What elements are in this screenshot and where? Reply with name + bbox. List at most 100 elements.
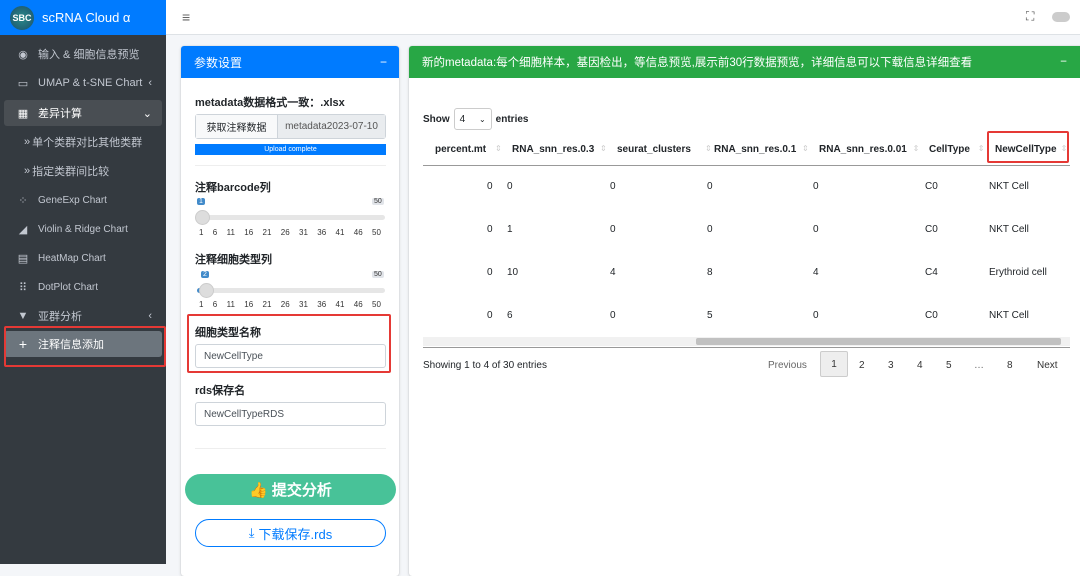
celltype-slider-handle[interactable] [199,283,214,298]
chevron-down-icon: ⌄ [142,107,152,120]
rds-name-input[interactable]: NewCellTypeRDS [195,402,386,426]
app-title: scRNA Cloud α [42,10,131,25]
divider [195,165,386,166]
sidebar-item-one-vs-rest[interactable]: » 单个类群对比其他类群 [4,129,162,155]
column-header[interactable]: seurat_clusters [617,144,691,155]
column-header[interactable]: RNA_snn_res.0.3 [512,144,594,155]
sidebar-item-dotplot[interactable]: ⠿ DotPlot Chart [4,274,162,300]
sidebar-item-label: 差异计算 [38,108,82,120]
entries-select[interactable]: 4 ⌄ [453,108,492,130]
grid-icon: ⠿ [18,281,28,294]
sidebar-item-label: 单个类群对比其他类群 [32,137,143,149]
sidebar-item-geneexp[interactable]: ⁘ GeneExp Chart [4,187,162,213]
celltype-name-input[interactable]: NewCellType [195,344,386,368]
column-header[interactable]: CellType [929,144,970,155]
sidebar-item-label: UMAP & t-SNE Chart [38,77,143,89]
celltype-slider-track[interactable] [197,288,385,293]
submit-button[interactable]: 👍 提交分析 [185,474,396,505]
card-title: 参数设置 [194,55,243,70]
file-input[interactable]: 获取注释数据 metadata2023-07-10 [195,114,386,139]
sidebar-item-label: GeneExp Chart [38,194,107,206]
card-title: 新的metadata:每个细胞样本，基因检出，等信息预览,展示前30行数据预览，… [422,57,973,69]
sort-icon[interactable]: ⇕ [495,144,502,153]
table-cell: 0 [487,181,493,192]
table-cell: 10 [507,267,519,278]
next-button[interactable]: Next [1037,360,1058,371]
top-navbar [166,0,1080,35]
hamburger-menu-icon[interactable]: ≡ [182,9,190,25]
browse-button[interactable]: 获取注释数据 [196,115,278,138]
slider-value: 2 [201,271,209,278]
monitor-icon: ▭ [17,77,29,90]
sidebar-item-label: DotPlot Chart [38,281,99,293]
table-cell: 0 [610,181,616,192]
sort-icon[interactable]: ⇕ [913,144,920,153]
table-cell: 0 [707,224,713,235]
filter-icon: ▼ [17,310,29,322]
table-cell: 0 [813,224,819,235]
chevron-left-icon: ‹ [148,77,152,89]
chevron-left-icon: ‹ [148,310,152,322]
double-chevron-icon: » [24,165,31,177]
page-button[interactable]: 4 [917,360,923,371]
download-icon: ⤓ [248,525,255,540]
column-header[interactable]: percent.mt [435,144,486,155]
table-cell: C0 [925,310,938,321]
celltype-name-label: 细胞类型名称 [195,327,261,339]
highlight-box [4,326,166,367]
column-header[interactable]: RNA_snn_res.0.01 [819,144,907,155]
collapse-button[interactable]: − [1060,56,1067,68]
scrollbar-thumb[interactable] [696,338,1061,345]
sidebar-item-label: 指定类群间比较 [32,166,110,178]
file-name: metadata2023-07-10 [278,115,385,138]
upload-progress-bar: Upload complete [195,144,386,155]
sort-icon[interactable]: ⇕ [802,144,809,153]
sidebar-item-label: 输入 & 细胞信息预览 [38,49,140,61]
thumbs-up-icon: 👍 [249,481,268,499]
page-button[interactable]: 3 [888,360,894,371]
page-button[interactable]: 8 [1007,360,1013,371]
sidebar-item-label: HeatMap Chart [38,252,106,264]
preview-card-header: 新的metadata:每个细胞样本，基因检出，等信息预览,展示前30行数据预览，… [409,46,1080,78]
sort-icon[interactable]: ⇕ [600,144,607,153]
sidebar-item-violin[interactable]: ◢ Violin & Ridge Chart [4,216,162,242]
barcode-label: 注释barcode列 [195,182,271,194]
highlight-box [987,131,1069,163]
double-chevron-icon: » [24,136,31,148]
page-button[interactable]: 2 [859,360,865,371]
sidebar-item-pairwise[interactable]: » 指定类群间比较 [4,158,162,184]
table-cell: 4 [813,267,819,278]
download-button[interactable]: ⤓ 下载保存.rds [195,519,386,547]
sort-icon[interactable]: ⇕ [978,144,985,153]
theme-toggle[interactable] [1052,12,1070,22]
horizontal-scrollbar[interactable] [423,337,1070,346]
barcode-slider-handle[interactable] [195,210,210,225]
params-card-header: 参数设置 − [181,46,399,78]
celltype-slider-ticks: 1 6 11 16 21 26 31 36 41 46 50 [199,300,381,309]
divider [195,448,386,449]
previous-button[interactable]: Previous [768,360,807,371]
fullscreen-icon[interactable]: ⛶ [1026,9,1034,24]
table-cell: 6 [507,310,513,321]
column-header[interactable]: RNA_snn_res.0.1 [714,144,796,155]
sort-icon[interactable]: ⇕ [705,144,712,153]
collapse-button[interactable]: − [380,55,387,69]
sidebar-item-label: 亚群分析 [38,311,82,323]
brand[interactable]: SBC scRNA Cloud α [0,0,166,35]
table-cell: 0 [487,267,493,278]
table-cell: 0 [707,181,713,192]
entries-length-control: Show 4 ⌄ entries [423,108,528,130]
barcode-slider-track[interactable] [197,215,385,220]
rds-name-label: rds保存名 [195,385,246,397]
table-cell: Erythroid cell [989,267,1047,278]
page-button[interactable]: 5 [946,360,952,371]
sidebar-item-input[interactable]: ◉ 输入 & 细胞信息预览 [4,41,162,67]
sidebar-item-diff[interactable]: ▦ 差异计算 ⌄ [4,100,162,126]
chevron-down-icon: ⌄ [478,114,486,124]
sidebar-item-heatmap[interactable]: ▤ HeatMap Chart [4,245,162,271]
table-cell: NKT Cell [989,310,1029,321]
barcode-slider-ticks: 1 6 11 16 21 26 31 36 41 46 50 [199,228,381,237]
page-button[interactable]: 1 [820,351,848,377]
eye-icon: ◉ [18,48,28,61]
sidebar-item-umap[interactable]: ▭ UMAP & t-SNE Chart ‹ [4,70,162,96]
